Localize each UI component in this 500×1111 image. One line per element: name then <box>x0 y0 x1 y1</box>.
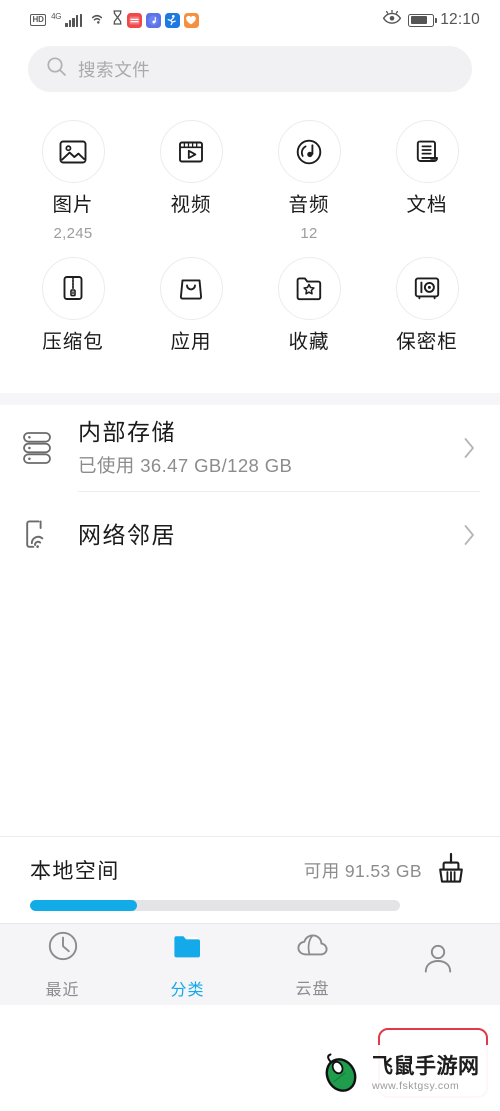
clock-icon <box>46 929 80 968</box>
category-label: 音频 <box>288 194 330 216</box>
category-label: 收藏 <box>288 330 330 353</box>
mouse-logo-icon <box>318 1049 366 1100</box>
watermark-title: 飞鼠手游网 <box>372 1055 480 1079</box>
storage-row-text: 内部存储 已使用 36.47 GB/128 GB <box>72 418 458 479</box>
storage-row-internal[interactable]: 内部存储 已使用 36.47 GB/128 GB <box>0 405 500 491</box>
storage-row-text: 网络邻居 <box>72 521 458 550</box>
site-watermark: 飞鼠手游网 www.fsktgsy.com <box>300 1037 500 1111</box>
person-icon <box>421 941 455 980</box>
broom-clean-icon[interactable] <box>430 851 472 889</box>
storage-row-subtitle: 已使用 36.47 GB/128 GB <box>78 455 293 477</box>
watermark-content: 飞鼠手游网 www.fsktgsy.com <box>306 1049 480 1100</box>
local-space-header: 本地空间 可用 91.53 GB <box>30 851 472 889</box>
tab-label: 云盘 <box>295 981 330 998</box>
status-bar-right-icons: 12:10 <box>382 0 480 40</box>
chevron-right-icon[interactable] <box>458 524 480 546</box>
favorite-folder-icon <box>277 256 341 320</box>
category-item-images[interactable]: 图片 2,245 <box>14 110 132 247</box>
local-space-title: 本地空间 <box>30 860 120 883</box>
storage-row-title: 网络邻居 <box>78 521 176 548</box>
local-space-progress-track <box>30 900 400 911</box>
category-label: 压缩包 <box>42 330 104 353</box>
category-item-safe[interactable]: 保密柜 <box>368 247 486 384</box>
app-red-icon <box>126 12 142 28</box>
tab-label: 最近 <box>45 982 80 999</box>
folder-icon <box>171 929 205 968</box>
local-space-available: 可用 91.53 GB <box>303 860 422 881</box>
search-input[interactable]: 搜索文件 <box>28 46 472 92</box>
bottom-tab-bar: 最近 分类 云盘 <box>0 923 500 1005</box>
app-weather-icon <box>183 12 199 28</box>
watermark-text: 飞鼠手游网 www.fsktgsy.com <box>372 1056 480 1092</box>
network-neighbor-icon <box>20 517 72 553</box>
video-icon <box>159 120 223 183</box>
search-icon <box>46 56 67 82</box>
category-item-favorites[interactable]: 收藏 <box>250 247 368 384</box>
eye-care-icon <box>382 9 402 30</box>
category-label: 文档 <box>406 194 448 216</box>
section-divider <box>0 393 500 405</box>
category-item-audio[interactable]: 音频 12 <box>250 110 368 247</box>
tab-cloud[interactable]: 云盘 <box>250 924 375 1005</box>
tab-recent[interactable]: 最近 <box>0 924 125 1005</box>
document-scroll-icon <box>395 120 459 183</box>
storage-list: 内部存储 已使用 36.47 GB/128 GB 网络邻居 <box>0 405 500 578</box>
safe-vault-icon <box>395 256 459 320</box>
local-space-section: 本地空间 可用 91.53 GB <box>0 836 500 923</box>
category-item-documents[interactable]: 文档 <box>368 110 486 247</box>
signal-bars-icon <box>65 13 82 27</box>
chevron-right-icon[interactable] <box>458 437 480 459</box>
storage-row-title: 内部存储 <box>78 418 176 445</box>
category-item-apps[interactable]: 应用 <box>132 247 250 384</box>
category-item-videos[interactable]: 视频 <box>132 110 250 247</box>
hd-badge: HD <box>30 14 47 26</box>
audio-disc-icon <box>277 120 341 183</box>
wifi-icon <box>89 11 105 29</box>
app-sports-icon <box>164 12 180 28</box>
category-label: 保密柜 <box>396 330 458 353</box>
network-type-label: 4G <box>51 11 62 21</box>
category-label: 应用 <box>170 330 212 353</box>
local-space-progress-fill <box>30 900 138 911</box>
clock-label: 12:10 <box>440 11 480 28</box>
watermark-url: www.fsktgsy.com <box>372 1080 460 1093</box>
cloud-icon <box>295 930 331 967</box>
category-count: 12 <box>300 224 318 242</box>
status-bar: HD 4G 12:10 <box>0 0 500 40</box>
image-icon <box>41 120 105 183</box>
category-count: 2,245 <box>53 224 93 242</box>
hourglass-icon <box>112 10 123 30</box>
category-label: 图片 <box>52 194 94 216</box>
search-section: 搜索文件 <box>0 40 500 106</box>
zip-archive-icon <box>41 256 105 320</box>
internal-storage-icon <box>20 429 72 467</box>
content-spacer <box>0 578 500 836</box>
search-placeholder: 搜索文件 <box>78 59 151 80</box>
tab-profile[interactable] <box>375 924 500 1005</box>
tab-label: 分类 <box>170 982 205 999</box>
app-music-icon <box>145 12 161 28</box>
category-label: 视频 <box>170 194 212 216</box>
category-item-archives[interactable]: 压缩包 <box>14 247 132 384</box>
battery-icon <box>408 13 438 27</box>
category-grid: 图片 2,245 视频 音频 12 文档 压缩包 应用 收藏 保密柜 <box>0 106 500 393</box>
app-bag-icon <box>159 256 223 320</box>
storage-row-network[interactable]: 网络邻居 <box>0 492 500 578</box>
status-bar-left-icons: HD 4G <box>30 10 199 30</box>
tab-categories[interactable]: 分类 <box>125 924 250 1005</box>
